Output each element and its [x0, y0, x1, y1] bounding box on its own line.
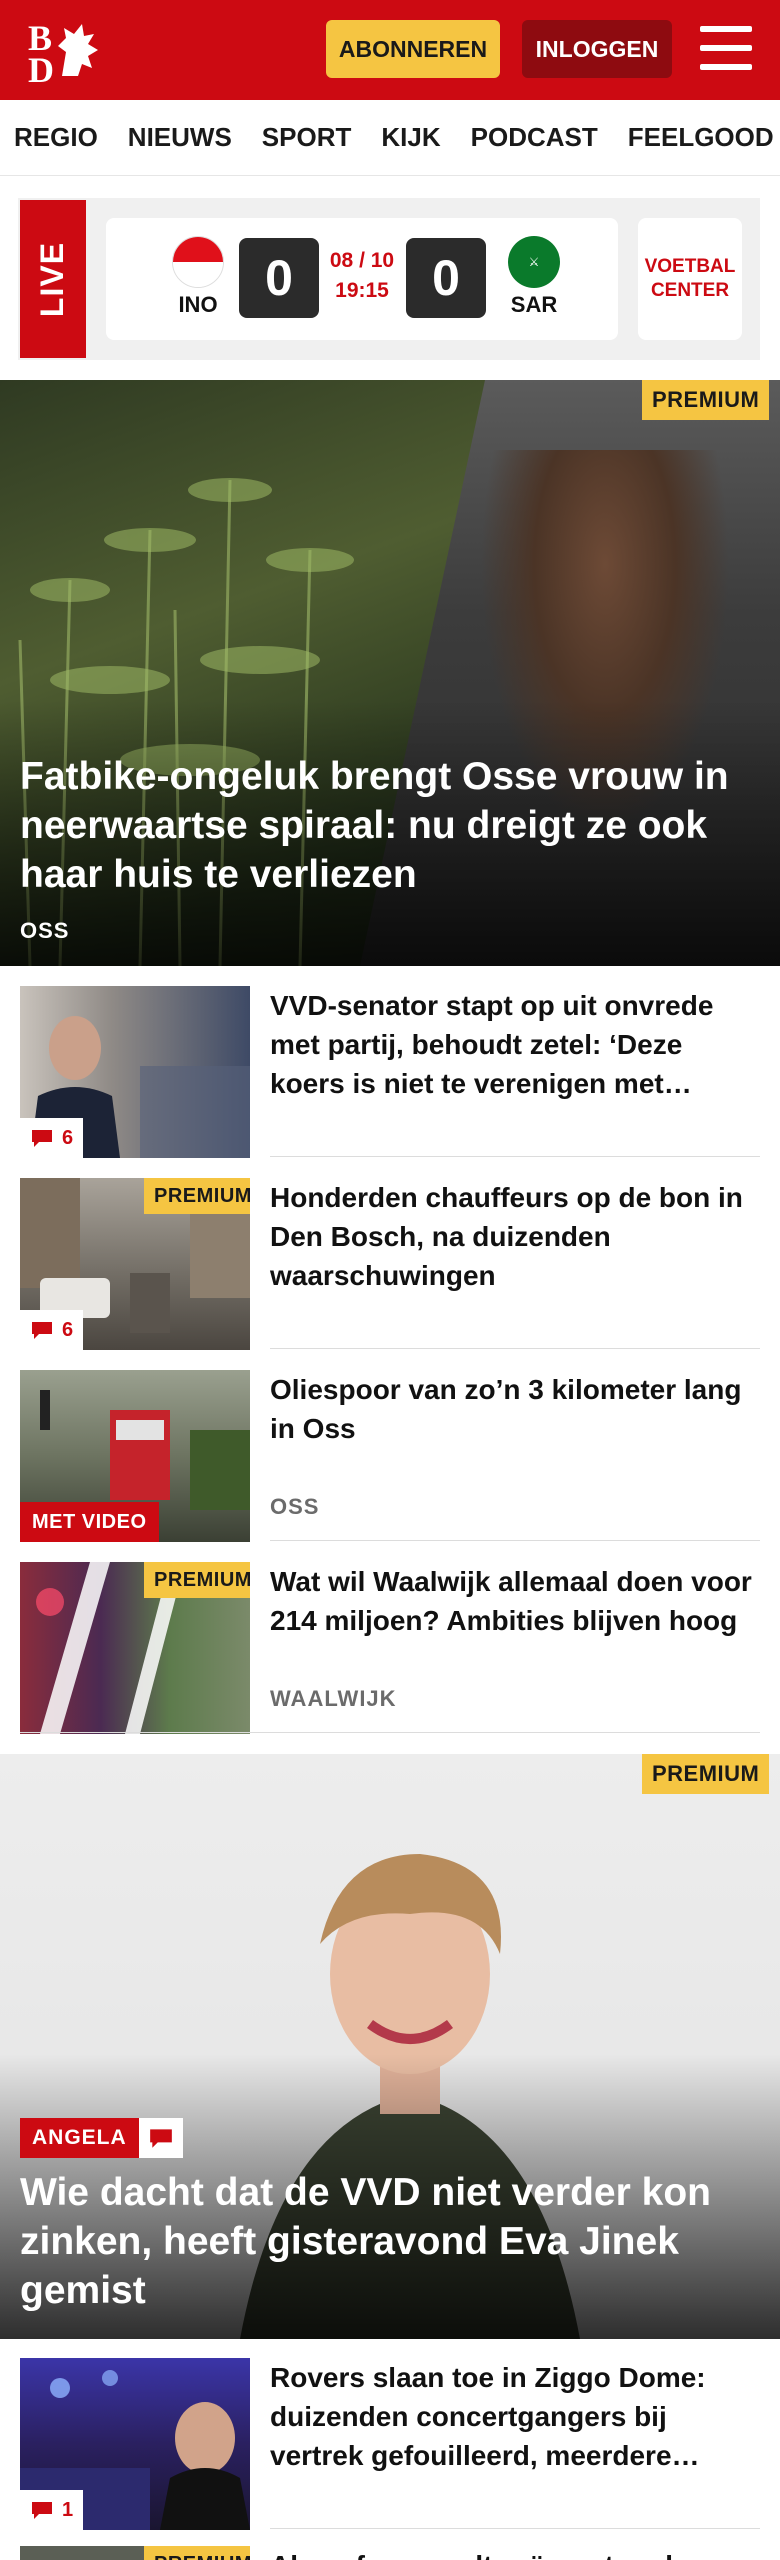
away-team: ⚔ SAR [502, 236, 566, 318]
article-title[interactable]: Als er fors wordt geïnvesteerd [270, 2546, 760, 2560]
match-date: 08 / 10 [329, 249, 395, 272]
list-item[interactable]: 6 VVD-senator stapt op uit onvrede met p… [20, 986, 760, 1158]
nav-item-feelgood[interactable]: FEELGOOD [628, 122, 774, 153]
article-location: OSS [270, 1494, 320, 1519]
author-name: ANGELA [20, 2118, 139, 2158]
match-scorecard[interactable]: INO 0 08 / 10 19:15 0 ⚔ SAR [106, 218, 618, 340]
saudi-arabia-flag-icon: ⚔ [508, 236, 560, 288]
site-header: B D ABONNEREN INLOGGEN [0, 0, 780, 100]
login-button[interactable]: INLOGGEN [522, 20, 672, 78]
list-item[interactable]: 1 Rovers slaan toe in Ziggo Dome: duizen… [20, 2358, 760, 2530]
video-label: MET VIDEO [20, 1502, 159, 1542]
bd-logo[interactable]: B D [26, 16, 116, 90]
list-item[interactable]: PREMIUM 6 Honderden chauffeurs op de bon… [20, 1178, 760, 1350]
article-thumbnail: 6 [20, 986, 250, 1158]
away-score: 0 [406, 238, 486, 318]
home-score: 0 [239, 238, 319, 318]
nav-item-nieuws[interactable]: NIEUWS [128, 122, 232, 153]
live-match-bar: LIVE INO 0 08 / 10 19:15 0 ⚔ SAR VOETBAL… [18, 198, 760, 360]
svg-text:D: D [28, 50, 54, 84]
article-location: WAALWIJK [270, 1686, 397, 1711]
list-item[interactable]: PREMIUM Wat wil Waalwijk allemaal doen v… [20, 1562, 760, 1734]
author-tag[interactable]: ANGELA [20, 2118, 183, 2158]
match-datetime: 08 / 10 19:15 [326, 246, 398, 306]
comment-bubble-icon [32, 1322, 52, 1339]
comment-count-badge: 6 [20, 1310, 84, 1350]
comment-count: 6 [62, 1126, 74, 1149]
comment-bubble-icon [32, 1130, 52, 1147]
home-team-code: INO [178, 292, 218, 317]
hero-title[interactable]: Fatbike-ongeluk brengt Osse vrouw in nee… [20, 752, 765, 899]
premium-badge: PREMIUM [144, 1178, 250, 1214]
voetbal-center-label-2: CENTER [650, 280, 730, 301]
feature-title[interactable]: Wie dacht dat de VVD niet verder kon zin… [20, 2168, 765, 2315]
nav-item-podcast[interactable]: PODCAST [471, 122, 598, 153]
article-title[interactable]: VVD-senator stapt op uit onvrede met par… [270, 986, 760, 1103]
live-label: LIVE [20, 200, 86, 358]
match-time: 19:15 [335, 279, 389, 302]
comment-bubble-icon [138, 2118, 183, 2158]
article-thumbnail: PREMIUM [20, 1562, 250, 1734]
article-thumbnail: 1 [20, 2358, 250, 2530]
premium-badge: PREMIUM [642, 380, 770, 420]
article-thumbnail: MET VIDEO [20, 1370, 250, 1542]
premium-badge: PREMIUM [144, 1562, 250, 1598]
comment-count: 1 [62, 2498, 74, 2521]
comment-bubble-icon [32, 2502, 52, 2519]
featured-column-article[interactable]: PREMIUM ANGELA Wie dacht dat de VVD niet… [0, 1754, 780, 2339]
list-item[interactable]: PREMIUM Als er fors wordt geïnvesteerd [20, 2546, 760, 2560]
voetbal-center-label-1: VOETBAL [644, 256, 736, 277]
divider [270, 1348, 760, 1349]
hero-article[interactable]: PREMIUM Fatbike-ongeluk brengt Osse vrou… [0, 380, 780, 966]
article-thumbnail: PREMIUM [20, 2546, 250, 2560]
premium-badge: PREMIUM [144, 2546, 250, 2560]
comment-count: 6 [62, 1318, 74, 1341]
home-team: INO [166, 236, 230, 318]
article-title[interactable]: Honderden chauffeurs op de bon in Den Bo… [270, 1178, 760, 1295]
article-thumbnail: PREMIUM 6 [20, 1178, 250, 1350]
article-title[interactable]: Oliespoor van zo’n 3 kilometer lang in O… [270, 1370, 760, 1448]
section-nav: REGIO NIEUWS SPORT KIJK PODCAST FEELGOOD… [0, 100, 780, 176]
divider [270, 1540, 760, 1541]
nav-item-sport[interactable]: SPORT [262, 122, 352, 153]
voetbal-center-button[interactable]: VOETBAL CENTER [638, 218, 742, 340]
nav-item-kijk[interactable]: KIJK [381, 122, 440, 153]
hamburger-menu-icon[interactable] [700, 24, 752, 72]
premium-badge: PREMIUM [642, 1754, 770, 1794]
comment-count-badge: 1 [20, 2490, 84, 2530]
comment-count-badge: 6 [20, 1118, 84, 1158]
article-title[interactable]: Wat wil Waalwijk allemaal doen voor 214 … [270, 1562, 760, 1640]
divider [270, 2528, 760, 2529]
divider [20, 1732, 760, 1733]
hero-location: OSS [20, 918, 70, 943]
subscribe-button[interactable]: ABONNEREN [326, 20, 500, 78]
away-team-code: SAR [510, 292, 558, 317]
nav-item-regio[interactable]: REGIO [14, 122, 98, 153]
list-item[interactable]: MET VIDEO Oliespoor van zo’n 3 kilometer… [20, 1370, 760, 1542]
article-title[interactable]: Rovers slaan toe in Ziggo Dome: duizende… [270, 2358, 760, 2475]
indonesia-flag-icon [172, 236, 224, 288]
divider [270, 1156, 760, 1157]
